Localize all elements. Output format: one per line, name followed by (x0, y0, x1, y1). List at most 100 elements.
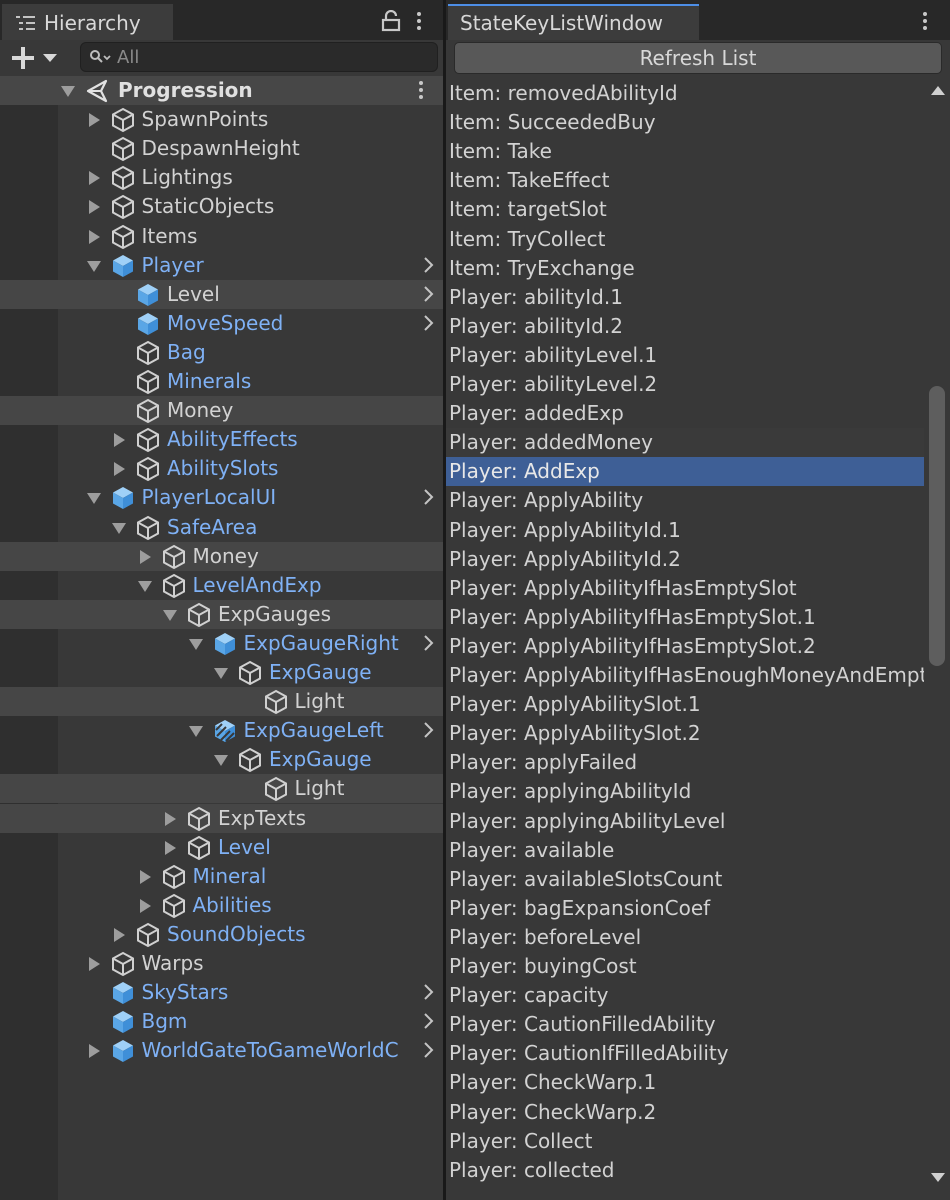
state-key-item[interactable]: Player: abilityLevel.2 (446, 370, 924, 399)
foldout-collapsed-icon[interactable] (114, 927, 125, 942)
vertical-scrollbar[interactable] (928, 80, 948, 1200)
hierarchy-row[interactable]: ExpGauge (0, 658, 443, 687)
state-key-item[interactable]: Player: ApplyAbilitySlot.2 (446, 719, 924, 748)
state-key-item[interactable]: Player: CautionFilledAbility (446, 1010, 924, 1039)
state-key-item[interactable]: Item: SucceededBuy (446, 108, 924, 137)
lock-icon[interactable] (381, 10, 401, 32)
hierarchy-row[interactable]: StaticObjects (0, 192, 443, 221)
hierarchy-row[interactable]: Money (0, 541, 443, 571)
hierarchy-search-field[interactable] (80, 42, 438, 72)
state-key-item[interactable]: Player: addedMoney (446, 428, 924, 458)
foldout-expanded-icon[interactable] (188, 726, 203, 738)
state-key-item[interactable]: Player: CheckWarp.2 (446, 1098, 924, 1127)
hierarchy-row[interactable]: Bgm (0, 1007, 443, 1036)
open-prefab-arrow-icon[interactable] (423, 1012, 435, 1030)
hierarchy-row[interactable]: PlayerLocalUI (0, 483, 443, 512)
open-prefab-arrow-icon[interactable] (423, 721, 435, 739)
search-input[interactable] (117, 46, 417, 68)
state-key-item[interactable]: Player: ApplyAbilityIfHasEmptySlot (446, 574, 924, 603)
refresh-list-button[interactable]: Refresh List (454, 42, 942, 74)
hierarchy-row[interactable]: SoundObjects (0, 920, 443, 949)
foldout-collapsed-icon[interactable] (165, 811, 176, 826)
open-prefab-arrow-icon[interactable] (423, 983, 435, 1001)
foldout-expanded-icon[interactable] (61, 86, 75, 97)
state-key-item[interactable]: Player: abilityId.1 (446, 283, 924, 312)
foldout-expanded-icon[interactable] (112, 522, 126, 534)
foldout-collapsed-icon[interactable] (114, 433, 125, 448)
open-prefab-arrow-icon[interactable] (423, 1041, 435, 1059)
state-key-item[interactable]: Player: addedExp (446, 399, 924, 428)
hierarchy-row[interactable]: Bag (0, 338, 443, 367)
state-key-item[interactable]: Player: applyingAbilityId (446, 777, 924, 806)
state-key-item[interactable]: Player: AddExp (446, 457, 924, 487)
foldout-collapsed-icon[interactable] (165, 840, 176, 855)
hierarchy-menu-icon[interactable] (414, 10, 424, 32)
state-key-item[interactable]: Player: collected (446, 1156, 924, 1185)
state-key-item[interactable]: Item: removedAbilityId (446, 79, 924, 108)
state-key-tab[interactable]: StateKeyListWindow (448, 4, 699, 40)
hierarchy-row[interactable]: Lightings (0, 163, 443, 192)
state-key-item[interactable]: Player: availableSlotsCount (446, 865, 924, 894)
foldout-expanded-icon[interactable] (86, 260, 101, 272)
hierarchy-row[interactable]: WorldGateToGameWorldC (0, 1036, 443, 1065)
state-key-item[interactable]: Player: ApplyAbility (446, 486, 924, 515)
foldout-collapsed-icon[interactable] (114, 462, 125, 477)
hierarchy-row[interactable]: Abilities (0, 891, 443, 920)
hierarchy-row[interactable]: Items (0, 222, 443, 251)
hierarchy-row[interactable]: ExpTexts (0, 803, 443, 833)
foldout-expanded-icon[interactable] (163, 609, 177, 621)
scrollbar-thumb[interactable] (929, 386, 945, 666)
hierarchy-row[interactable]: Level (0, 833, 443, 862)
state-key-item[interactable]: Player: bagExpansionCoef (446, 894, 924, 923)
hierarchy-row[interactable]: Mineral (0, 862, 443, 891)
state-key-item[interactable]: Player: CheckWarp.1 (446, 1068, 924, 1097)
hierarchy-row[interactable]: Warps (0, 949, 443, 978)
hierarchy-row[interactable]: Light (0, 774, 443, 804)
hierarchy-row[interactable]: DespawnHeight (0, 134, 443, 163)
hierarchy-row[interactable]: SafeArea (0, 513, 443, 542)
state-key-item[interactable]: Player: ApplyAbilityIfHasEmptySlot.2 (446, 632, 924, 661)
hierarchy-row[interactable]: ExpGaugeRight (0, 629, 443, 658)
state-key-item[interactable]: Player: ApplyAbilityId.2 (446, 545, 924, 574)
state-key-item[interactable]: Player: available (446, 836, 924, 865)
foldout-expanded-icon[interactable] (214, 755, 228, 767)
state-key-item[interactable]: Player: ApplyAbilityId.1 (446, 516, 924, 545)
state-key-item[interactable]: Player: capacity (446, 981, 924, 1010)
state-key-menu-icon[interactable] (920, 10, 930, 32)
hierarchy-row[interactable]: AbilitySlots (0, 454, 443, 483)
hierarchy-row[interactable]: SkyStars (0, 978, 443, 1007)
state-key-item[interactable]: Player: ApplyAbilitySlot.1 (446, 690, 924, 719)
hierarchy-row[interactable]: LevelAndExp (0, 571, 443, 600)
state-key-item[interactable]: Item: TryExchange (446, 254, 924, 283)
hierarchy-row[interactable]: SpawnPoints (0, 105, 443, 134)
hierarchy-row[interactable]: Light (0, 687, 443, 717)
foldout-expanded-icon[interactable] (214, 668, 228, 679)
foldout-collapsed-icon[interactable] (139, 898, 151, 913)
state-key-item[interactable]: Player: buyingCost (446, 952, 924, 981)
state-key-item[interactable]: Player: Collect (446, 1127, 924, 1156)
state-key-item[interactable]: Item: targetSlot (446, 195, 924, 224)
foldout-collapsed-icon[interactable] (88, 957, 100, 971)
foldout-collapsed-icon[interactable] (88, 113, 100, 128)
hierarchy-row[interactable]: Player (0, 251, 443, 280)
open-prefab-arrow-icon[interactable] (423, 488, 435, 506)
foldout-collapsed-icon[interactable] (88, 200, 100, 215)
scroll-down-arrow-icon[interactable] (931, 1173, 945, 1182)
open-prefab-arrow-icon[interactable] (423, 285, 435, 303)
open-prefab-arrow-icon[interactable] (423, 314, 435, 332)
foldout-collapsed-icon[interactable] (139, 549, 151, 564)
hierarchy-row[interactable]: ExpGauges (0, 599, 443, 629)
foldout-collapsed-icon[interactable] (88, 1044, 100, 1059)
state-key-item[interactable]: Player: applyFailed (446, 748, 924, 777)
foldout-expanded-icon[interactable] (137, 580, 152, 592)
foldout-expanded-icon[interactable] (188, 638, 203, 650)
hierarchy-row[interactable]: Money (0, 396, 443, 426)
foldout-collapsed-icon[interactable] (88, 229, 100, 244)
open-prefab-arrow-icon[interactable] (423, 634, 435, 652)
state-key-item[interactable]: Player: ApplyAbilityIfHasEmptySlot.1 (446, 603, 924, 632)
foldout-expanded-icon[interactable] (86, 493, 101, 505)
state-key-item[interactable]: Player: CautionIfFilledAbility (446, 1039, 924, 1068)
foldout-collapsed-icon[interactable] (139, 869, 151, 884)
state-key-item[interactable]: Player: abilityId.2 (446, 312, 924, 341)
create-dropdown-button[interactable] (10, 45, 60, 71)
